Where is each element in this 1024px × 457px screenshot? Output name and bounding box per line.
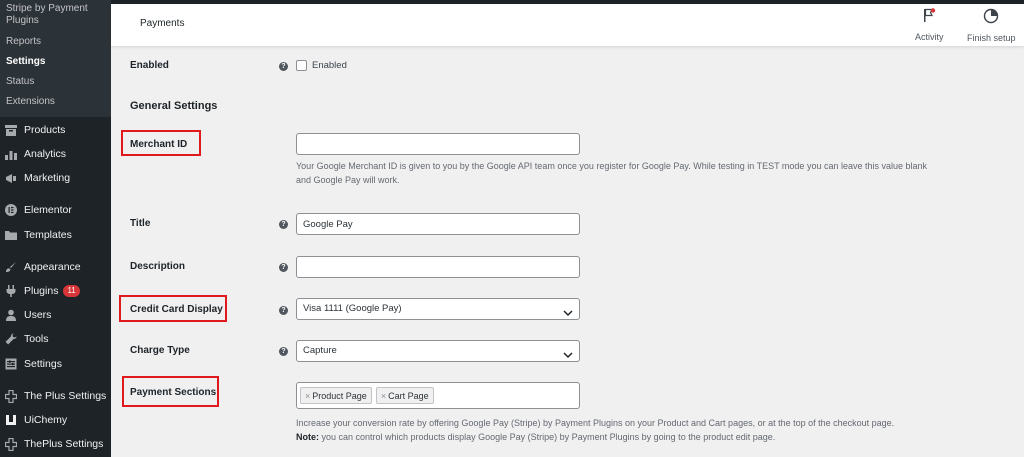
- flag-icon: [922, 8, 936, 28]
- general-settings-heading: General Settings: [130, 100, 218, 112]
- sidebar-item-plugins[interactable]: Plugins 11: [0, 280, 111, 302]
- note-text: you can control which products display G…: [319, 432, 776, 442]
- help-icon[interactable]: ?: [279, 347, 288, 356]
- woocommerce-submenu: Stripe by Payment Plugins Reports Settin…: [0, 0, 111, 117]
- submenu-item-settings[interactable]: Settings: [6, 56, 45, 68]
- chevron-down-icon: [563, 347, 573, 367]
- plus-settings-icon: [4, 437, 18, 451]
- sidebar-item-theplus-settings[interactable]: ThePlus Settings: [0, 433, 111, 455]
- sidebar-item-settings[interactable]: Settings: [0, 353, 111, 375]
- charge-type-label: Charge Type: [130, 345, 190, 356]
- submenu-item-status[interactable]: Status: [6, 76, 34, 88]
- merchant-id-input[interactable]: [296, 133, 580, 155]
- payment-sections-multiselect[interactable]: × Product Page × Cart Page: [296, 382, 580, 409]
- enabled-label: Enabled: [130, 60, 169, 71]
- chip-label: Cart Page: [388, 390, 429, 401]
- merchant-id-label: Merchant ID: [130, 139, 188, 150]
- sidebar-item-the-plus-settings[interactable]: The Plus Settings: [0, 385, 111, 407]
- chip-label: Product Page: [312, 390, 367, 401]
- merchant-id-desc-line-2: and Google Pay will work.: [296, 175, 400, 185]
- sidebar-item-elementor[interactable]: Elementor: [0, 199, 111, 221]
- megaphone-icon: [4, 171, 18, 185]
- elementor-icon: [4, 203, 18, 217]
- sidebar-item-marketing[interactable]: Marketing: [0, 167, 111, 189]
- charge-type-select[interactable]: Capture: [296, 340, 580, 362]
- payment-sections-desc-line-1: Increase your conversion rate by offerin…: [296, 418, 895, 428]
- enabled-checkbox-label[interactable]: Enabled: [312, 60, 347, 71]
- title-input[interactable]: [296, 213, 580, 235]
- wrench-icon: [4, 332, 18, 346]
- help-icon[interactable]: ?: [279, 220, 288, 229]
- sidebar-item-products[interactable]: Products: [0, 119, 111, 141]
- brush-icon: [4, 260, 18, 274]
- help-icon[interactable]: ?: [279, 306, 288, 315]
- sidebar-item-analytics[interactable]: Analytics: [0, 143, 111, 165]
- submenu-item-stripe[interactable]: Stripe by Payment: [6, 3, 88, 15]
- activity-button[interactable]: Activity: [915, 8, 944, 42]
- help-icon[interactable]: ?: [279, 263, 288, 272]
- user-icon: [4, 308, 18, 322]
- description-label: Description: [130, 261, 186, 272]
- plugins-update-badge: 11: [63, 285, 80, 297]
- chevron-down-icon: [563, 305, 573, 325]
- submenu-item-stripe-cont[interactable]: Plugins: [6, 15, 39, 27]
- chip-cart-page[interactable]: × Cart Page: [375, 387, 434, 404]
- remove-chip-icon[interactable]: ×: [305, 391, 310, 401]
- page-title: Payments: [140, 18, 185, 29]
- sidebar-item-uichemy[interactable]: UiChemy: [0, 409, 111, 431]
- payment-sections-description: Increase your conversion rate by offerin…: [296, 416, 894, 444]
- page-header: Payments Activity Finish setup: [111, 4, 1024, 46]
- progress-circle-icon: [983, 8, 999, 29]
- finish-setup-button[interactable]: Finish setup: [967, 8, 1016, 43]
- credit-card-display-label: Credit Card Display: [130, 304, 223, 315]
- bar-chart-icon: [4, 147, 18, 161]
- sidebar-item-templates[interactable]: Templates: [0, 224, 111, 246]
- sidebar-item-tools[interactable]: Tools: [0, 328, 111, 350]
- title-label: Title: [130, 218, 151, 229]
- settings-icon: [4, 357, 18, 371]
- sidebar-item-users[interactable]: Users: [0, 304, 111, 326]
- folder-icon: [4, 228, 18, 242]
- settings-form: Enabled ? Enabled General Settings Merch…: [111, 46, 1024, 457]
- charge-type-value: Capture: [303, 345, 337, 356]
- chip-product-page[interactable]: × Product Page: [300, 387, 372, 404]
- note-label: Note:: [296, 432, 319, 442]
- merchant-id-description: Your Google Merchant ID is given to you …: [296, 159, 927, 187]
- uichemy-icon: [4, 413, 18, 427]
- submenu-item-reports[interactable]: Reports: [6, 36, 41, 48]
- plug-icon: [4, 284, 18, 298]
- payment-sections-note: Note: you can control which products dis…: [296, 430, 894, 444]
- merchant-id-desc-line-1: Your Google Merchant ID is given to you …: [296, 161, 928, 171]
- description-input[interactable]: [296, 256, 580, 278]
- archive-icon: [4, 123, 18, 137]
- submenu-item-extensions[interactable]: Extensions: [6, 96, 55, 108]
- enabled-checkbox[interactable]: [296, 60, 307, 71]
- remove-chip-icon[interactable]: ×: [381, 391, 386, 401]
- admin-sidebar: Stripe by Payment Plugins Reports Settin…: [0, 0, 111, 457]
- payment-sections-label: Payment Sections: [130, 387, 217, 398]
- help-icon[interactable]: ?: [279, 62, 288, 71]
- credit-card-display-select[interactable]: Visa 1111 (Google Pay): [296, 298, 580, 320]
- credit-card-display-value: Visa 1111 (Google Pay): [303, 303, 402, 314]
- sidebar-item-appearance[interactable]: Appearance: [0, 256, 111, 278]
- plus-settings-icon: [4, 389, 18, 403]
